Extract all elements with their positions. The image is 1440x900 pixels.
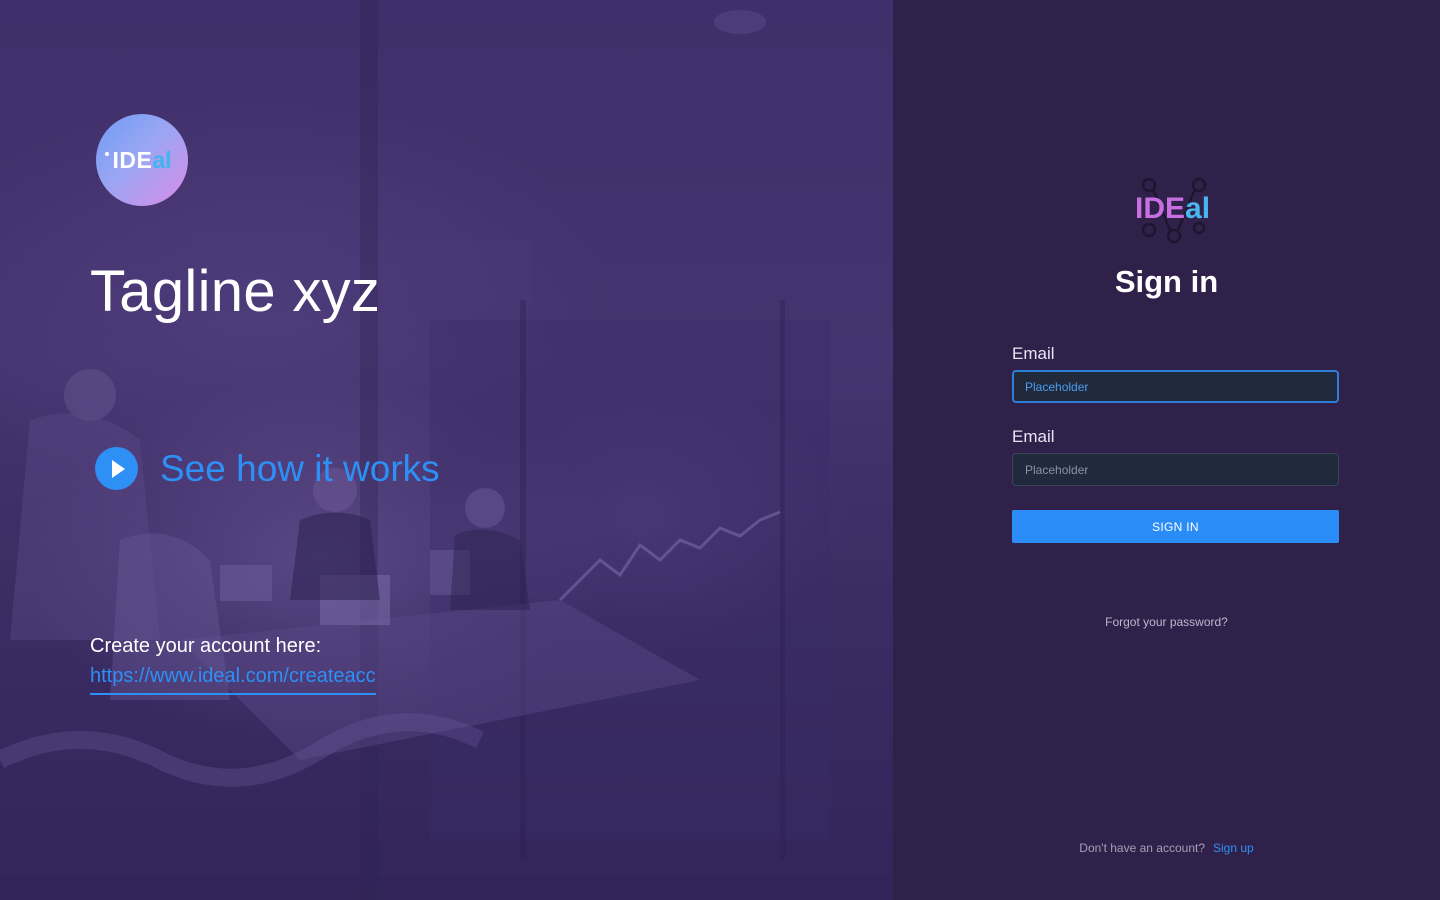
create-account-label: Create your account here: (90, 635, 322, 657)
hero-logo: IDE al (96, 114, 188, 206)
sign-up-link[interactable]: Sign up (1213, 841, 1254, 855)
brand-text-accent: al (1185, 192, 1211, 225)
create-account-url-link[interactable]: https://www.ideal.com/createacc (90, 665, 376, 695)
see-how-it-works-label[interactable]: See how it works (160, 448, 440, 490)
hero-panel: IDE al Tagline xyz See how it works Creat… (0, 0, 893, 900)
second-email-field-label: Email (1012, 427, 1055, 446)
sign-up-prompt: Don't have an account? (1079, 841, 1205, 855)
sign-in-panel: IDEal Sign in Email Email SIGN IN Forgot… (893, 0, 1440, 900)
play-icon[interactable] (95, 447, 138, 490)
second-email-field[interactable] (1012, 453, 1339, 486)
forgot-password-link[interactable]: Forgot your password? (893, 615, 1440, 629)
sign-in-button[interactable]: SIGN IN (1012, 510, 1339, 543)
email-field[interactable] (1012, 370, 1339, 403)
brand-logo: IDEal (1135, 172, 1213, 244)
email-field-label: Email (1012, 344, 1055, 363)
see-how-it-works-link[interactable]: See how it works (95, 447, 440, 490)
sign-in-title: Sign in (1114, 264, 1219, 299)
brand-logo-text: IDEal (1135, 192, 1210, 226)
sign-in-page: IDE al Tagline xyz See how it works Creat… (0, 0, 1440, 900)
hero-logo-text: IDE (112, 146, 153, 173)
brand-text-main: IDE (1135, 192, 1186, 225)
tagline: Tagline xyz (90, 259, 381, 324)
logo-dot-icon (105, 152, 109, 156)
hero-logo-accent: al (152, 146, 172, 173)
sign-up-row: Don't have an account? Sign up (893, 841, 1440, 855)
